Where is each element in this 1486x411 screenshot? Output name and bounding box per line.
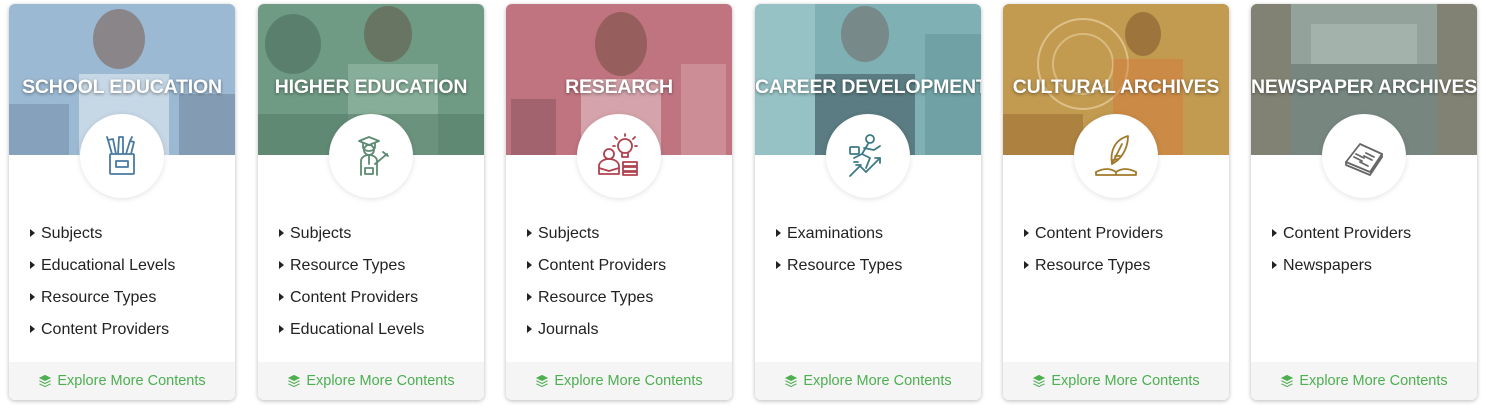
card-link-list: Content Providers Newspapers	[1271, 224, 1411, 288]
layers-icon	[1033, 374, 1046, 388]
card-icon-badge	[826, 114, 910, 198]
card-link[interactable]: Resource Types	[29, 288, 175, 320]
card-research[interactable]: RESEARCH Subjects Content Providers Reso…	[506, 4, 732, 400]
layers-icon	[39, 374, 52, 388]
caret-right-icon	[527, 229, 532, 237]
quill-book-icon	[1095, 135, 1137, 176]
newspaper-icon	[1345, 143, 1383, 176]
card-title: RESEARCH	[565, 76, 673, 98]
card-icon-badge	[1322, 114, 1406, 198]
card-link[interactable]: Educational Levels	[29, 256, 175, 288]
research-idea-icon	[598, 133, 638, 176]
caret-right-icon	[527, 293, 532, 301]
card-link-list: Subjects Educational Levels Resource Typ…	[29, 224, 175, 352]
caret-right-icon	[1024, 229, 1029, 237]
card-link[interactable]: Newspapers	[1271, 256, 1411, 288]
card-newspaper-archives[interactable]: NEWSPAPER ARCHIVES Content Providers New…	[1251, 4, 1477, 400]
card-link[interactable]: Subjects	[29, 224, 175, 256]
card-link-list: Examinations Resource Types	[775, 224, 902, 288]
layers-icon	[536, 374, 549, 388]
caret-right-icon	[1272, 261, 1277, 269]
card-link[interactable]: Examinations	[775, 224, 902, 256]
caret-right-icon	[30, 293, 35, 301]
card-icon-badge	[1074, 114, 1158, 198]
card-link-list: Subjects Resource Types Content Provider…	[278, 224, 424, 352]
layers-icon	[785, 374, 798, 388]
card-link[interactable]: Resource Types	[1023, 256, 1163, 288]
card-title: CAREER DEVELOPMENT	[755, 76, 981, 98]
card-career-development[interactable]: CAREER DEVELOPMENT Examinations Resource…	[755, 4, 981, 400]
card-link[interactable]: Content Providers	[278, 288, 424, 320]
card-link-list: Subjects Content Providers Resource Type…	[526, 224, 666, 352]
card-link[interactable]: Subjects	[526, 224, 666, 256]
explore-more-button[interactable]: Explore More Contents	[1251, 362, 1477, 400]
card-cultural-archives[interactable]: CULTURAL ARCHIVES Content Providers Reso…	[1003, 4, 1229, 400]
explore-more-button[interactable]: Explore More Contents	[9, 362, 235, 400]
card-title: CULTURAL ARCHIVES	[1012, 76, 1220, 98]
card-link[interactable]: Content Providers	[1023, 224, 1163, 256]
caret-right-icon	[30, 229, 35, 237]
card-icon-badge	[329, 114, 413, 198]
card-title: HIGHER EDUCATION	[274, 76, 468, 98]
layers-icon	[1281, 374, 1294, 388]
graduate-icon	[358, 136, 389, 176]
explore-more-button[interactable]: Explore More Contents	[755, 362, 981, 400]
card-link[interactable]: Resource Types	[526, 288, 666, 320]
category-cards-row: SCHOOL EDUCATION Subjects Educational Le…	[0, 0, 1486, 411]
explore-more-button[interactable]: Explore More Contents	[506, 362, 732, 400]
card-link[interactable]: Journals	[526, 320, 666, 352]
card-icon-badge	[80, 114, 164, 198]
card-link[interactable]: Content Providers	[1271, 224, 1411, 256]
explore-more-button[interactable]: Explore More Contents	[1003, 362, 1229, 400]
caret-right-icon	[30, 325, 35, 333]
card-link[interactable]: Educational Levels	[278, 320, 424, 352]
card-link-list: Content Providers Resource Types	[1023, 224, 1163, 288]
card-title: SCHOOL EDUCATION	[22, 76, 222, 98]
card-link[interactable]: Resource Types	[278, 256, 424, 288]
caret-right-icon	[527, 325, 532, 333]
caret-right-icon	[1024, 261, 1029, 269]
explore-more-button[interactable]: Explore More Contents	[258, 362, 484, 400]
caret-right-icon	[776, 229, 781, 237]
card-icon-badge	[577, 114, 661, 198]
caret-right-icon	[1272, 229, 1277, 237]
caret-right-icon	[776, 261, 781, 269]
caret-right-icon	[279, 325, 284, 333]
layers-icon	[288, 374, 301, 388]
caret-right-icon	[30, 261, 35, 269]
card-link[interactable]: Content Providers	[526, 256, 666, 288]
card-title: NEWSPAPER ARCHIVES	[1251, 76, 1477, 98]
caret-right-icon	[279, 229, 284, 237]
caret-right-icon	[279, 293, 284, 301]
school-supplies-icon	[106, 136, 135, 175]
card-link[interactable]: Resource Types	[775, 256, 902, 288]
caret-right-icon	[527, 261, 532, 269]
card-link[interactable]: Subjects	[278, 224, 424, 256]
career-growth-icon	[849, 134, 881, 177]
card-school-education[interactable]: SCHOOL EDUCATION Subjects Educational Le…	[9, 4, 235, 400]
card-link[interactable]: Content Providers	[29, 320, 175, 352]
card-higher-education[interactable]: HIGHER EDUCATION Subjects Resource Types…	[258, 4, 484, 400]
caret-right-icon	[279, 261, 284, 269]
